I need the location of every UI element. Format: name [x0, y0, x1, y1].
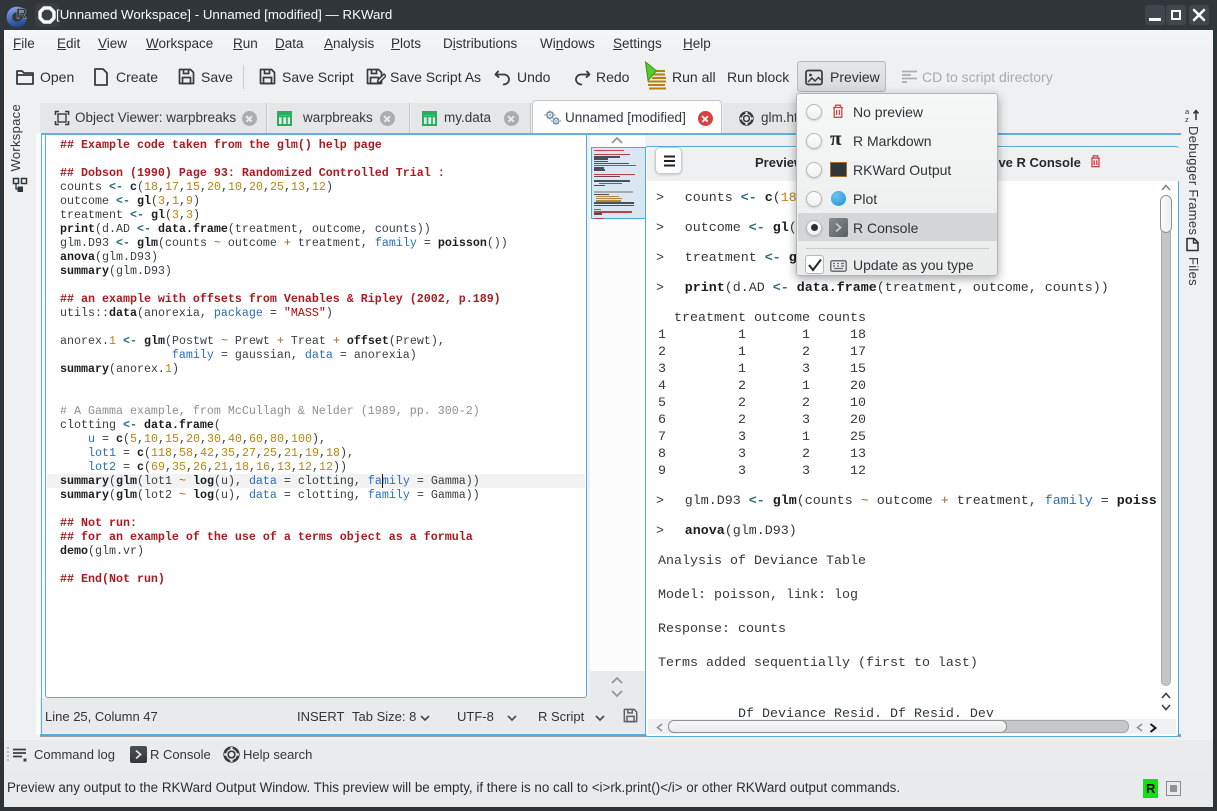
svg-text:z: z: [1185, 115, 1189, 123]
svg-text:R: R: [16, 6, 27, 23]
